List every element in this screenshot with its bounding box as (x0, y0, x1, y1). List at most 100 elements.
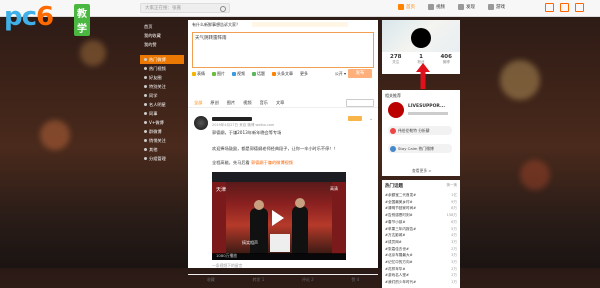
repost-button[interactable]: 转发 1 (252, 277, 264, 283)
sidebar-item-label: 悄悄关注 (149, 138, 166, 143)
background-light (80, 40, 106, 66)
feed-search-input[interactable] (346, 98, 374, 107)
sidebar-item-label: 分组管理 (149, 156, 166, 161)
search-icon[interactable] (220, 6, 226, 12)
nav-game[interactable]: 游戏 (488, 4, 505, 10)
sidebar-item-label: 同学 (149, 93, 158, 98)
publish-button[interactable]: 发布 (348, 69, 372, 78)
compose-icon[interactable] (575, 3, 584, 12)
article-icon (272, 72, 276, 76)
sidebar-item-label: 我的收藏 (144, 33, 161, 38)
background-light (520, 160, 550, 190)
comment-button[interactable]: 评论 2 (302, 277, 314, 283)
bullet-icon (144, 148, 147, 151)
sidebar-item-friends[interactable]: 好友圈 (140, 73, 184, 82)
sidebar-item-hot-video[interactable]: 热门视频 (140, 64, 184, 73)
tab-articles[interactable]: 文章 (276, 100, 284, 106)
nav-video[interactable]: 视频 (428, 4, 445, 10)
video-performer-head (254, 200, 264, 210)
article-button[interactable]: 头条文章 (272, 71, 293, 77)
tab-original[interactable]: 原创 (210, 100, 218, 106)
sidebar-item-classmates[interactable]: 同学 (140, 91, 184, 100)
bullet-icon (144, 121, 147, 124)
bullet-icon (144, 103, 147, 106)
avatar[interactable] (388, 102, 404, 118)
like-button[interactable]: 赞 4 (351, 277, 359, 283)
topic-icon (252, 72, 256, 76)
settings-icon[interactable] (560, 3, 569, 12)
video-player[interactable]: 天津 高清 搞笑相声 1080万播放 (212, 172, 346, 260)
sidebar-item-quiet[interactable]: 悄悄关注 (140, 136, 184, 145)
nav-home-label: 首页 (406, 5, 415, 10)
hot-topic-banner[interactable] (252, 22, 348, 27)
sidebar-item-groups[interactable]: 群微博 (140, 127, 184, 136)
more-button[interactable]: 更多 (300, 71, 308, 77)
hot-topics-header: 热门话题 (385, 184, 403, 189)
pc6-logo: pc6 教学 (4, 2, 90, 36)
bullet-icon (144, 67, 147, 70)
favorite-button[interactable]: 收藏 (207, 277, 215, 283)
avatar (390, 127, 396, 134)
topic-label: 话题 (257, 71, 265, 76)
bullet-icon (144, 157, 147, 160)
chevron-down-icon[interactable]: ⌄ (369, 116, 373, 122)
sidebar-item-vplus[interactable]: V+微博 (140, 118, 184, 127)
see-more-link[interactable]: 查看更多 > (412, 168, 432, 174)
publisher-textarea[interactable]: 天气阴转雷阵雨 (192, 32, 374, 68)
tab-music[interactable]: 音乐 (260, 100, 268, 106)
stat-following[interactable]: 278 关注 (390, 54, 401, 65)
sidebar-item-manage[interactable]: 分组管理 (140, 154, 184, 163)
sidebar-item-favorites[interactable]: 我的收藏 (140, 31, 184, 40)
post-video-link[interactable]: 郭德纲于谦的微博视频 (251, 160, 293, 165)
tab-videos[interactable]: 视频 (243, 100, 251, 106)
video-icon (232, 72, 236, 76)
publisher-prompt: 有什么新鲜事想告诉大家？ (192, 22, 240, 27)
search-input[interactable]: 大家正在搜：张嘉 (140, 3, 230, 13)
sidebar-item-celebrities[interactable]: 名人明星 (140, 100, 184, 109)
sidebar-item-special[interactable]: 特别关注 (140, 82, 184, 91)
visibility-select[interactable]: 公开 ▾ (335, 71, 346, 77)
video-subtitle: 搞笑相声 (242, 240, 258, 245)
recommend-row[interactable]: Stay Calm 热门微博 (388, 144, 452, 153)
sidebar-item-colleagues[interactable]: 同事 (140, 109, 184, 118)
post-username[interactable] (212, 117, 252, 121)
emoji-icon (192, 72, 196, 76)
stat-label: 微博 (442, 60, 450, 64)
sidebar-item-other[interactable]: 其他 (140, 145, 184, 154)
nav-home[interactable]: 首页 (398, 4, 415, 10)
sidebar-item-label: 其他 (149, 147, 158, 152)
tab-images[interactable]: 图片 (227, 100, 235, 106)
sidebar-item-label: 好友圈 (149, 75, 162, 80)
bullet-icon (144, 76, 147, 79)
bullet-icon (144, 130, 147, 133)
refresh-link[interactable]: 换一换 (447, 183, 458, 188)
image-button[interactable]: 图片 (212, 71, 225, 77)
emoji-button[interactable]: 表情 (192, 71, 205, 77)
video-button[interactable]: 视频 (232, 71, 245, 77)
topic-button[interactable]: 话题 (252, 71, 265, 77)
nav-video-label: 视频 (436, 5, 445, 10)
sidebar-item-likes[interactable]: 我的赞 (140, 40, 184, 49)
publisher-toolbar: 表情 图片 视频 话题 头条文章 更多 (192, 71, 308, 77)
sidebar-item-home[interactable]: 首页 (140, 22, 184, 31)
message-icon[interactable] (545, 3, 554, 12)
article-label: 头条文章 (277, 71, 293, 76)
more-label: 更多 (300, 71, 308, 76)
hot-topic-item[interactable]: #我们的少年时代# 1万 (385, 279, 457, 286)
nav-discover[interactable]: 发现 (458, 4, 475, 10)
recommend-row[interactable]: 伟伯伦勒特 分析鬃 (388, 126, 452, 135)
recommend-name[interactable]: LIVESUPPOR... (408, 104, 445, 109)
post-sublink[interactable]: 一条视频下的留言 (212, 263, 242, 269)
recommend-row-label: 伟伯伦勒特 分析鬃 (398, 128, 430, 133)
avatar[interactable] (194, 116, 208, 130)
hot-topics-card: 热门话题 换一换 #余额宝二代首发# 1亿 #全国最美乡村# 9万 #清明节回家时间# 8… (382, 180, 460, 288)
play-icon[interactable] (272, 210, 284, 226)
logo-pc: pc (4, 2, 37, 32)
image-icon (212, 72, 216, 76)
stat-posts[interactable]: 406 微博 (440, 54, 451, 65)
hot-topic-title: #苹果三年内报告# (385, 226, 417, 231)
emoji-label: 表情 (197, 71, 205, 76)
sidebar-item-hot-weibo[interactable]: 热门微博 (140, 55, 184, 64)
tab-all[interactable]: 全部 (194, 100, 202, 106)
profile-avatar[interactable] (411, 28, 431, 48)
